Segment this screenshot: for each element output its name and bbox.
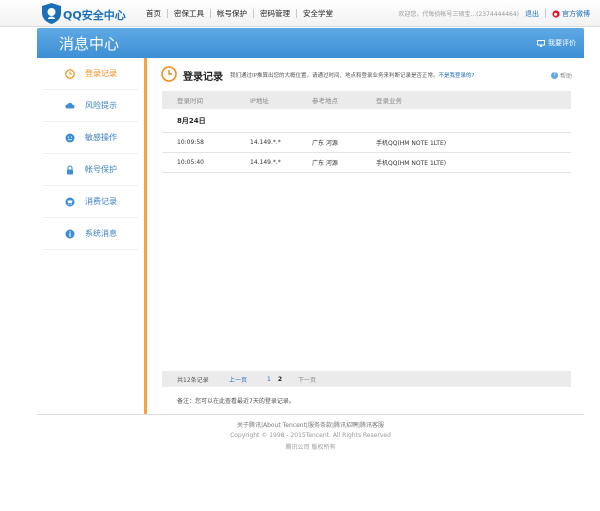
footnote: 备注：您可以在此查看最近7天的登录记录。 <box>177 398 295 405</box>
main-nav: 首页 密保工具 帐号保护 密码管理 安全学堂 <box>140 0 339 27</box>
cloud-icon <box>65 102 75 109</box>
help-label: 帮助 <box>559 73 572 80</box>
copyright: Copyright © 1998 - 2015Tencent. All Righ… <box>230 432 391 439</box>
ip-address: 14.149.*.* <box>250 139 281 146</box>
question-icon: ? <box>550 72 558 79</box>
sidebar-item-label: 风险提示 <box>85 101 117 110</box>
footer-link-terms[interactable]: 服务条款 <box>308 422 332 429</box>
footer-link-about[interactable]: 关于腾讯 <box>237 422 261 429</box>
date-group-header: 8月24日 <box>162 109 571 133</box>
login-time: 10:05:40 <box>177 159 204 166</box>
section-title: 登录记录 <box>183 72 223 83</box>
nav-account-protection[interactable]: 帐号保护 <box>211 9 254 18</box>
column-header-time: 登录时间 <box>177 97 203 105</box>
sidebar-item-label: 帐号保护 <box>85 165 117 174</box>
page-2-current[interactable]: 2 <box>278 376 282 383</box>
table-header: 登录时间 IP地址 参考地点 登录业务 <box>162 91 571 109</box>
face-icon <box>65 133 75 143</box>
feedback-label: 我要评价 <box>548 39 576 47</box>
login-service: 手机QQ(HM NOTE 1LTE) <box>376 160 447 167</box>
main-content: 登录记录 我们通过IP推算出您的大概位置，请通过时间、地点和登录业务来判断记录是… <box>147 58 584 414</box>
location: 广东 河源 <box>312 140 338 147</box>
divider <box>545 9 546 18</box>
table-row: 10:05:40 14.149.*.* 广东 河源 手机QQ(HM NOTE 1… <box>162 153 571 173</box>
top-bar: QQ安全中心 首页 密保工具 帐号保护 密码管理 安全学堂 欢迎您，代每侦帐号三… <box>0 0 600 27</box>
sidebar-item-label: 登录记录 <box>85 69 117 78</box>
prev-page-link[interactable]: 上一页 <box>229 375 267 384</box>
table-row: 10:09:58 14.149.*.* 广东 河源 手机QQ(HM NOTE 1… <box>162 133 571 153</box>
sidebar-item-login-records[interactable]: 登录记录 <box>43 58 138 90</box>
company-notice: 腾讯公司 版权所有 <box>285 444 336 451</box>
sidebar-item-label: 系统消息 <box>85 229 117 238</box>
sidebar-item-sensitive-operations[interactable]: 敏感操作 <box>43 122 138 154</box>
next-page-link[interactable]: 下一页 <box>298 375 316 384</box>
footer: 关于腾讯|About Tencent|服务条款|腾讯招聘|腾讯客服 Copyri… <box>37 414 584 451</box>
footer-links: 关于腾讯|About Tencent|服务条款|腾讯招聘|腾讯客服 <box>236 422 385 429</box>
not-me-link[interactable]: 不是我登录的? <box>438 73 474 79</box>
shield-icon <box>42 3 61 24</box>
pagination: 共12条记录 上一页 1 2 下一页 <box>162 371 571 387</box>
nav-security-school[interactable]: 安全学堂 <box>297 9 339 18</box>
content-header: 登录记录 我们通过IP推算出您的大概位置，请通过时间、地点和登录业务来判断记录是… <box>147 58 584 90</box>
record-count: 共12条记录 <box>177 376 209 384</box>
login-time: 10:09:58 <box>177 139 204 146</box>
clock-icon <box>65 69 75 79</box>
login-service: 手机QQ(HM NOTE 1LTE) <box>376 140 447 147</box>
feedback-button[interactable]: 我要评价 <box>537 38 576 48</box>
location: 广东 河源 <box>312 160 338 167</box>
clock-icon <box>161 66 177 82</box>
nav-password-management[interactable]: 密码管理 <box>254 9 297 18</box>
message-center-banner: 消息中心 我要评价 <box>37 28 584 58</box>
nav-home[interactable]: 首页 <box>140 9 168 18</box>
login-records-table: 登录时间 IP地址 参考地点 登录业务 8月24日 10:09:58 14.14… <box>162 91 571 173</box>
logout-link[interactable]: 退出 <box>525 9 539 19</box>
sidebar-item-label: 消费记录 <box>85 197 117 206</box>
column-header-ip: IP地址 <box>250 97 269 105</box>
footer-link-jobs[interactable]: 腾讯招聘 <box>334 422 358 429</box>
sidebar-item-spending-records[interactable]: 消费记录 <box>43 186 138 218</box>
user-area: 欢迎您，代每侦帐号三硕宝...(2374444464) 退出 官方微博 <box>398 0 590 27</box>
sidebar-item-risk-alerts[interactable]: 风险提示 <box>43 90 138 122</box>
monitor-icon <box>537 39 545 47</box>
lock-icon <box>67 165 73 175</box>
cart-icon <box>65 197 75 207</box>
help-link[interactable]: ? 帮助 <box>550 71 572 80</box>
column-header-location: 参考地点 <box>312 97 338 105</box>
ip-address: 14.149.*.* <box>250 159 281 166</box>
footer-link-about-en[interactable]: About Tencent <box>263 422 306 429</box>
nav-security-tools[interactable]: 密保工具 <box>168 9 211 18</box>
info-icon <box>65 229 75 239</box>
weibo-icon <box>552 9 560 18</box>
description-text: 我们通过IP推算出您的大概位置，请通过时间、地点和登录业务来判断记录是否正常。 <box>230 73 439 79</box>
welcome-text: 欢迎您，代每侦帐号三硕宝...(2374444464) <box>398 11 519 18</box>
column-header-service: 登录业务 <box>376 97 402 105</box>
sidebar-item-label: 敏感操作 <box>85 133 117 142</box>
sidebar: 登录记录 风险提示 敏感操作 帐号保护 消费记录 系统消息 <box>37 58 144 414</box>
qq-security-logo[interactable]: QQ安全中心 <box>42 3 132 24</box>
page-title: 消息中心 <box>59 35 120 53</box>
sidebar-item-account-protection[interactable]: 帐号保护 <box>43 154 138 186</box>
page-1-link[interactable]: 1 <box>267 376 271 383</box>
logo-text: QQ安全中心 <box>63 9 126 22</box>
section-description: 我们通过IP推算出您的大概位置，请通过时间、地点和登录业务来判断记录是否正常。不… <box>230 71 474 79</box>
footer-link-support[interactable]: 腾讯客服 <box>360 422 384 429</box>
official-weibo-link[interactable]: 官方微博 <box>562 9 590 19</box>
sidebar-item-system-messages[interactable]: 系统消息 <box>43 218 138 250</box>
